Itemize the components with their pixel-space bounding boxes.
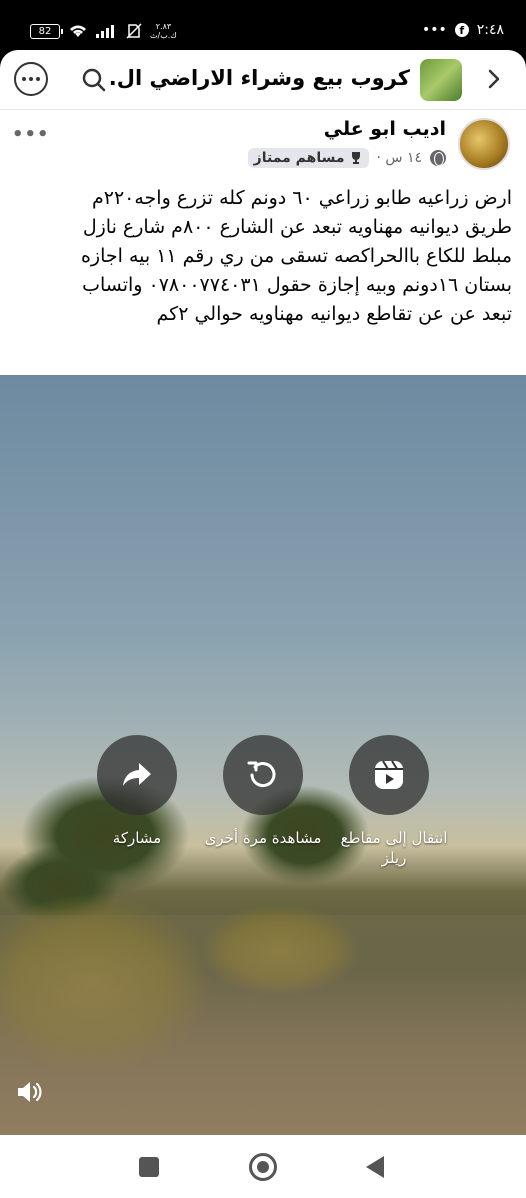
search-icon <box>82 68 106 92</box>
group-title[interactable]: كروب بيع وشراء الاراضي ال.. <box>110 66 410 90</box>
battery-icon: 82 <box>30 23 63 39</box>
post-text-line: مبلط للكاع باالحراكصه تسقى من ري رقم ١١ … <box>80 245 512 267</box>
post-header: اديب ابو علي مساهم ممتاز ١٤ س · ••• <box>0 110 526 176</box>
author-avatar[interactable] <box>458 118 510 170</box>
post-body: ارض زراعيه طابو زراعي ٦٠ دونم كله تزرع و… <box>14 184 512 329</box>
no-sim-icon <box>126 23 142 39</box>
status-right: ••• f ٢:٤٨ <box>422 22 504 38</box>
share-button[interactable] <box>97 735 177 815</box>
group-header: كروب بيع وشراء الاراضي ال.. <box>0 50 526 110</box>
badge-label: مساهم ممتاز <box>253 150 345 166</box>
status-more: ••• <box>421 22 447 38</box>
post-text-line: ارض زراعيه طابو زراعي ٦٠ دونم كله تزرع و… <box>91 187 512 209</box>
more-dot <box>22 77 26 81</box>
reels-icon <box>375 760 403 789</box>
video-ground <box>0 915 526 1135</box>
back-nav-button[interactable] <box>366 1156 384 1178</box>
network-speed: ٢.٨٣ ك.ب/ث <box>150 22 177 40</box>
battery-level: 82 <box>38 25 52 37</box>
reels-label[interactable]: انتقال إلى مقاطع ريلز <box>334 828 454 868</box>
replay-button[interactable] <box>223 735 303 815</box>
network-speed-value: ٢.٨٣ <box>155 22 172 31</box>
system-nav-bar <box>0 1136 526 1198</box>
network-speed-unit: ك.ب/ث <box>150 31 177 40</box>
post-text-line: تبعد عن عن تقاطع ديوانيه مهناويه حوالي ٢… <box>156 303 512 325</box>
share-label[interactable]: مشاركة <box>97 828 177 848</box>
author-name[interactable]: اديب ابو علي <box>324 118 446 140</box>
post-text-line: طريق ديوانيه مهناويه تبعد عن الشارع ٨٠٠م… <box>82 216 512 238</box>
status-left: 82 ٢.٨٣ ك.ب/ث <box>30 22 177 40</box>
post-time[interactable]: ١٤ س · <box>377 150 423 166</box>
group-thumbnail[interactable] <box>420 59 462 101</box>
recents-button[interactable] <box>139 1157 159 1177</box>
more-dot <box>29 77 33 81</box>
video-player[interactable]: انتقال إلى مقاطع ريلز مشاهدة مرة أخرى مش… <box>0 375 526 1135</box>
wifi-icon <box>70 25 86 37</box>
status-time: ٢:٤٨ <box>476 22 504 38</box>
facebook-notification-icon: f <box>454 23 469 37</box>
search-button[interactable] <box>80 66 108 94</box>
share-icon <box>123 763 151 786</box>
back-button[interactable] <box>480 66 506 92</box>
post-text-line: بستان ١٦دونم وبيه إجازة حقول ٠٧٨٠٠٧٧٤٠٣١… <box>82 274 512 296</box>
post-menu-button[interactable]: ••• <box>12 124 50 145</box>
more-options-button[interactable] <box>14 62 48 96</box>
globe-icon <box>430 150 446 166</box>
home-button[interactable] <box>249 1153 277 1181</box>
post-meta: مساهم ممتاز ١٤ س · <box>247 148 446 168</box>
reels-button[interactable] <box>349 735 429 815</box>
app-screen: كروب بيع وشراء الاراضي ال.. اديب ابو علي… <box>0 50 526 1136</box>
contributor-badge[interactable]: مساهم ممتاز <box>247 148 369 168</box>
volume-button[interactable] <box>14 1077 44 1107</box>
replay-label[interactable]: مشاهدة مرة أخرى <box>198 828 328 848</box>
trophy-icon <box>351 152 360 164</box>
chevron-right-icon <box>488 69 500 89</box>
more-dot <box>36 77 40 81</box>
status-bar: 82 ٢.٨٣ ك.ب/ث ••• f ٢:٤٨ <box>0 0 526 50</box>
signal-icon <box>96 25 114 38</box>
replay-icon <box>247 761 276 788</box>
speaker-icon <box>18 1082 42 1102</box>
